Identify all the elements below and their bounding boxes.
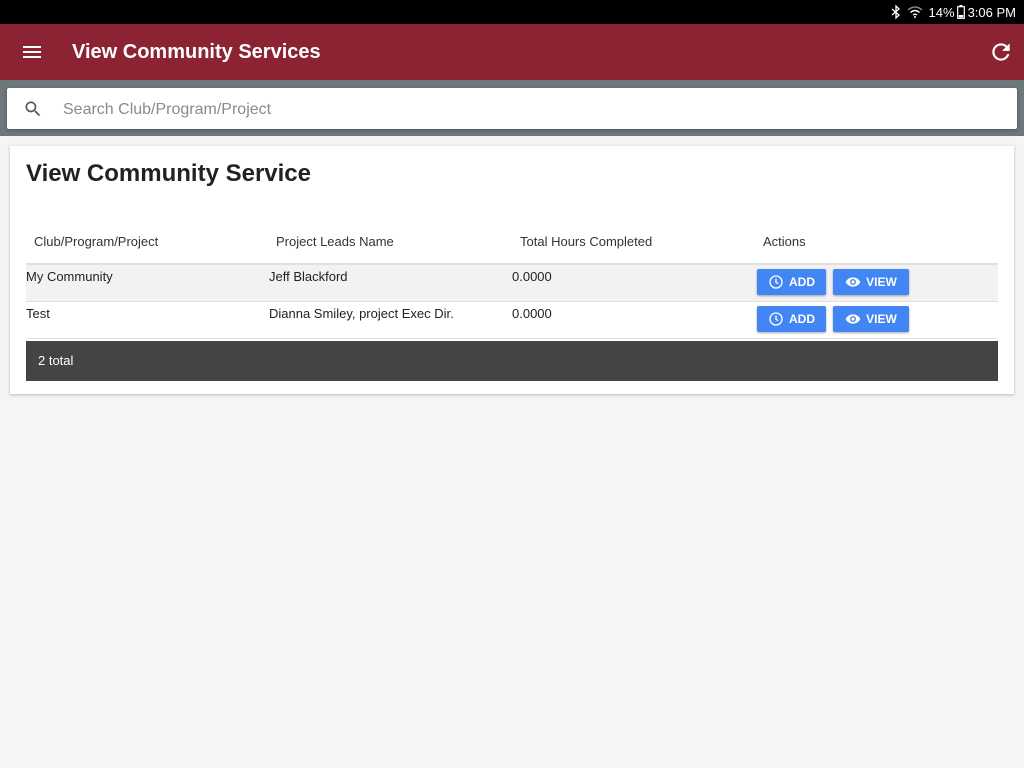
- table-row: My Community Jeff Blackford 0.0000 ADD V…: [26, 265, 998, 302]
- add-button-label: ADD: [789, 312, 815, 326]
- battery-percent: 14%: [928, 4, 955, 20]
- view-button-label: VIEW: [866, 275, 897, 289]
- add-hours-button[interactable]: ADD: [757, 269, 826, 295]
- table-header: Club/Program/Project Project Leads Name …: [26, 226, 998, 265]
- cell-hours: 0.0000: [512, 269, 552, 284]
- status-bar: 14% 3:06 PM: [0, 0, 1024, 24]
- add-button-label: ADD: [789, 275, 815, 289]
- column-header-hours[interactable]: Total Hours Completed: [520, 234, 652, 249]
- battery-icon: [956, 5, 965, 19]
- wifi-icon: [907, 6, 923, 18]
- community-service-card: View Community Service Club/Program/Proj…: [10, 146, 1014, 394]
- bluetooth-icon: [891, 5, 901, 19]
- search-icon: [23, 99, 43, 119]
- search-bar-container: [0, 80, 1024, 136]
- clock-icon: [769, 275, 783, 289]
- app-title: View Community Services: [72, 41, 321, 63]
- refresh-icon[interactable]: [988, 39, 1014, 65]
- cell-project: My Community: [26, 269, 113, 284]
- search-box: [7, 88, 1017, 131]
- add-hours-button[interactable]: ADD: [757, 306, 826, 332]
- eye-icon: [845, 314, 861, 324]
- status-time: 3:06 PM: [967, 4, 1016, 20]
- cell-leads: Jeff Blackford: [269, 269, 348, 284]
- page-title: View Community Service: [26, 160, 311, 187]
- view-button-label: VIEW: [866, 312, 897, 326]
- table-row: Test Dianna Smiley, project Exec Dir. 0.…: [26, 302, 998, 339]
- community-service-table: Club/Program/Project Project Leads Name …: [26, 226, 998, 339]
- column-header-actions: Actions: [763, 234, 806, 249]
- search-input[interactable]: [61, 88, 1005, 131]
- view-button[interactable]: VIEW: [833, 269, 909, 295]
- table-footer-total: 2 total: [26, 341, 998, 381]
- column-header-leads[interactable]: Project Leads Name: [276, 234, 394, 249]
- view-button[interactable]: VIEW: [833, 306, 909, 332]
- clock-icon: [769, 312, 783, 326]
- eye-icon: [845, 277, 861, 287]
- cell-project: Test: [26, 306, 50, 321]
- cell-leads: Dianna Smiley, project Exec Dir.: [269, 306, 454, 321]
- cell-hours: 0.0000: [512, 306, 552, 321]
- column-header-project[interactable]: Club/Program/Project: [34, 234, 158, 249]
- app-bar: View Community Services: [0, 24, 1024, 80]
- menu-icon[interactable]: [20, 40, 44, 64]
